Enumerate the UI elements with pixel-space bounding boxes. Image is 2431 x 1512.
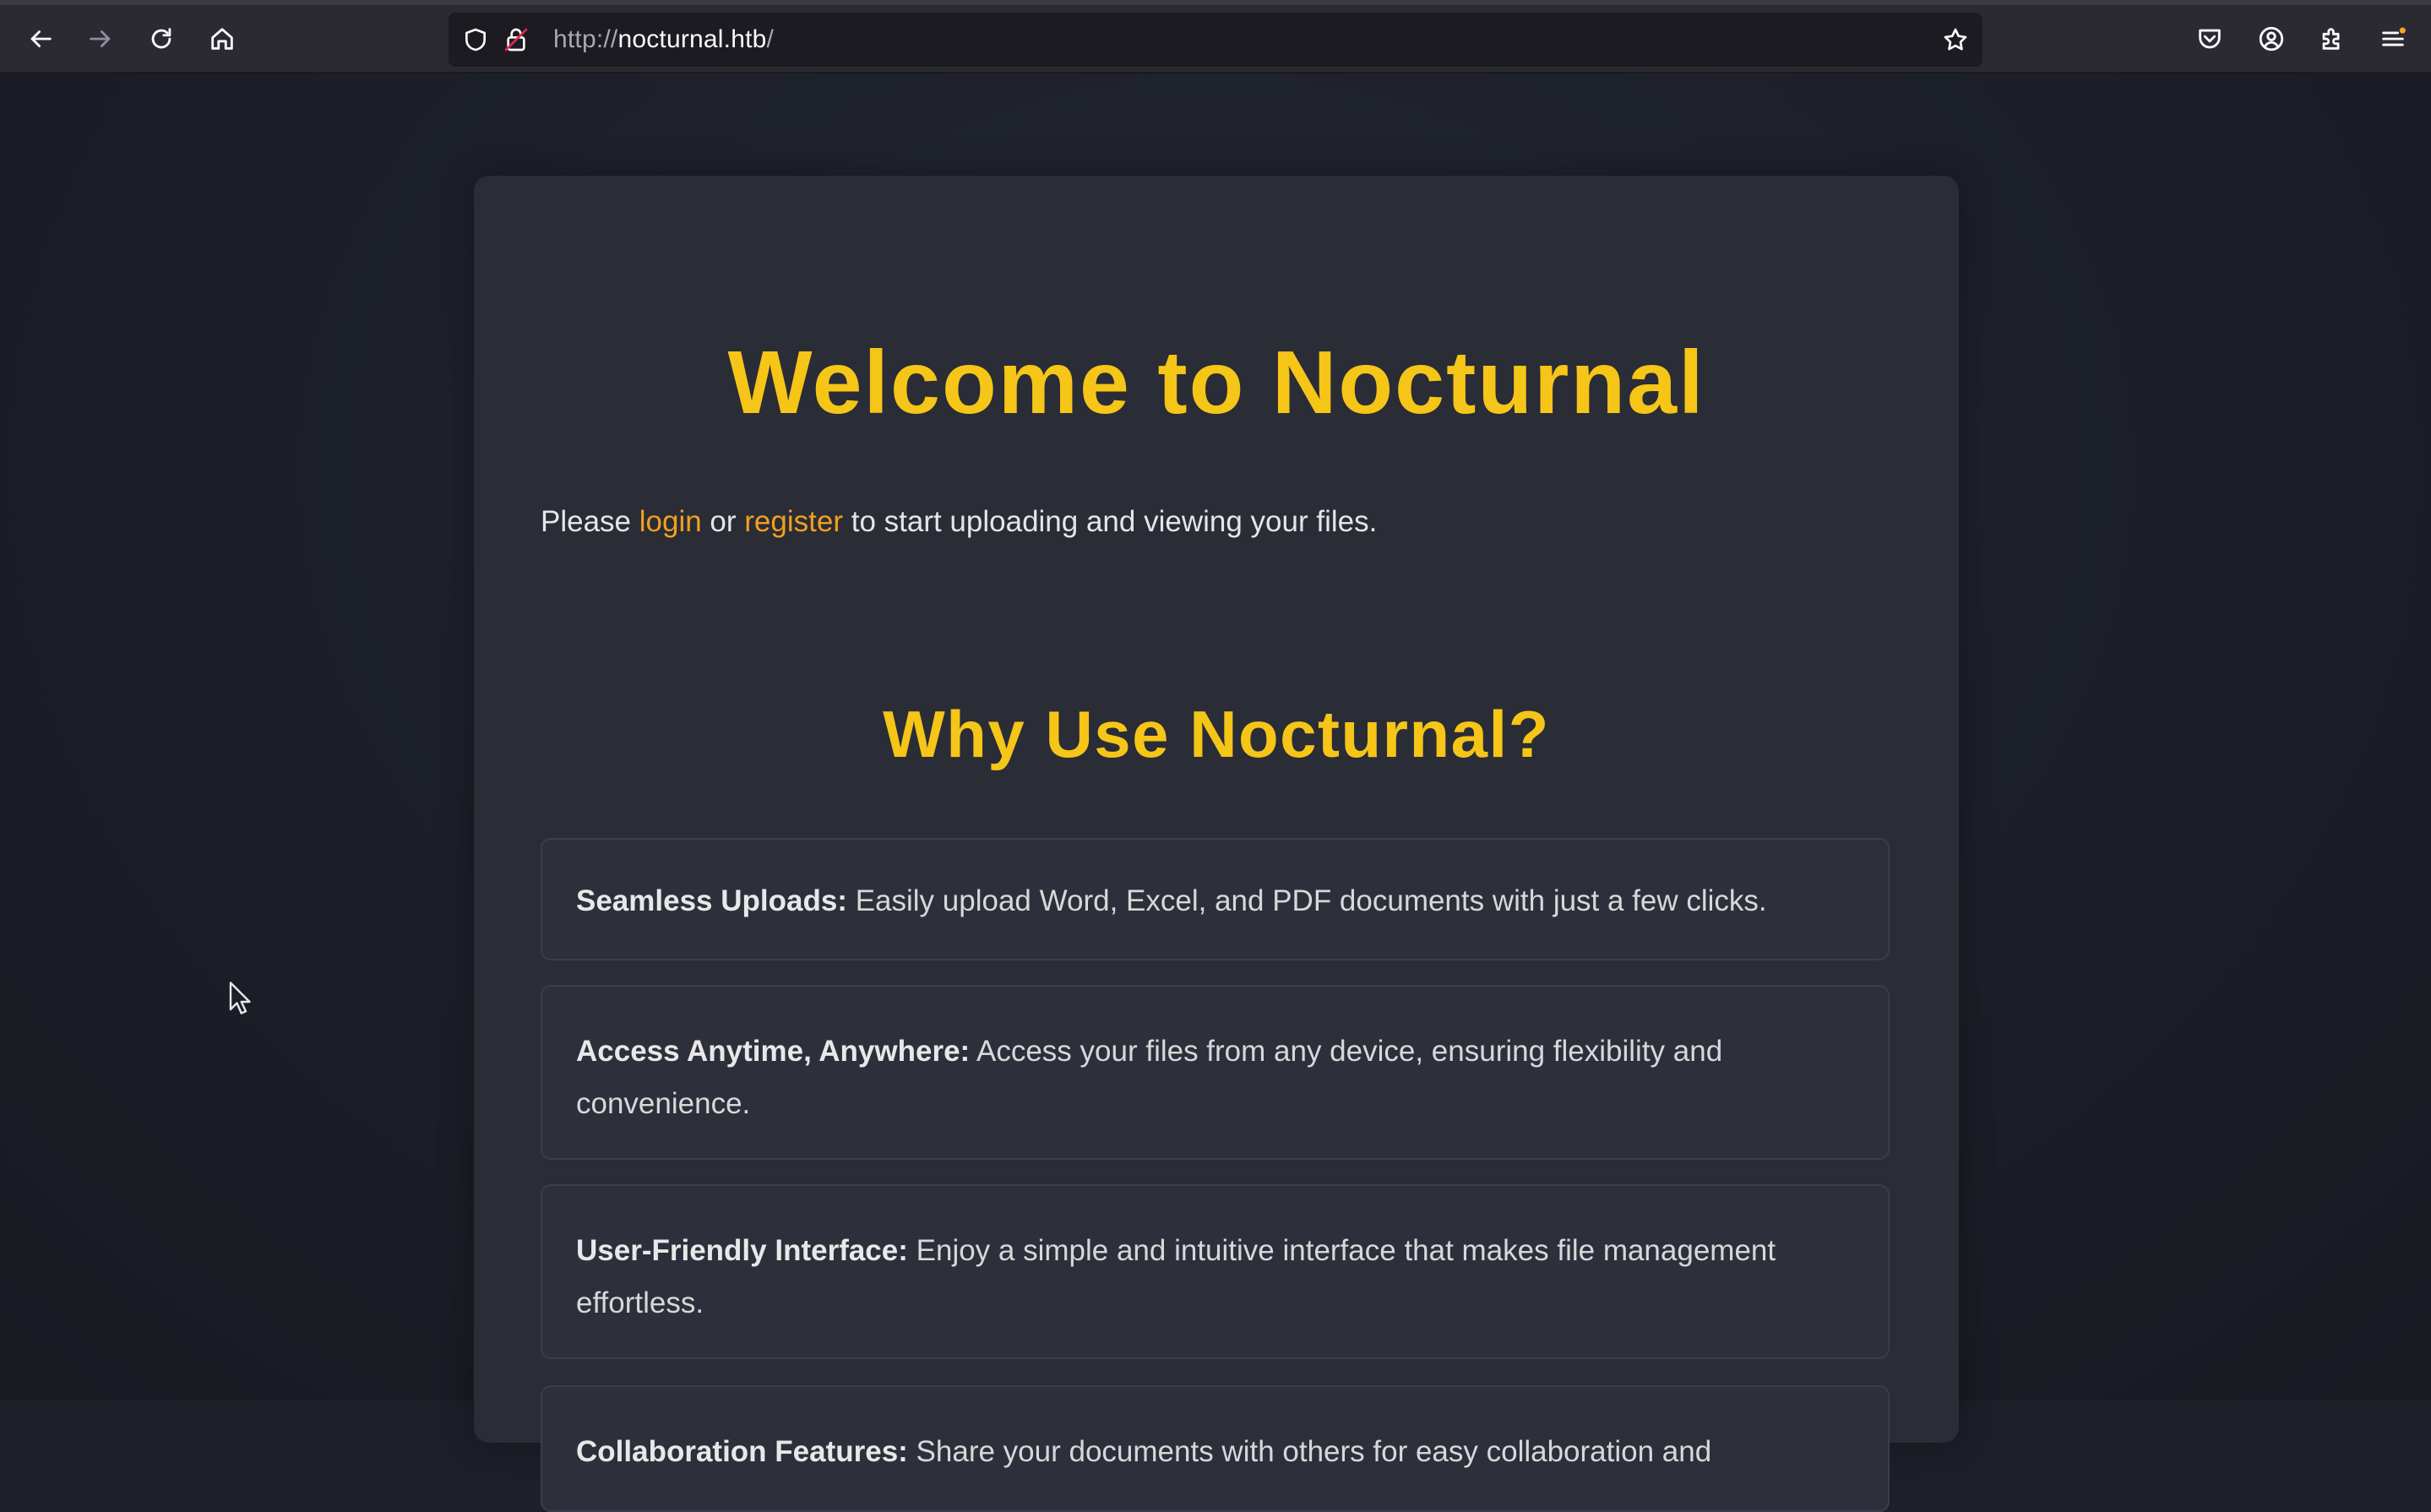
intro-text: Please login or register to start upload… xyxy=(541,505,1377,539)
url-text[interactable]: http://nocturnal.htb/ xyxy=(553,13,774,67)
back-button[interactable] xyxy=(17,15,64,63)
why-heading: Why Use Nocturnal? xyxy=(883,697,1550,771)
page-viewport: Welcome to Nocturnal Please login or reg… xyxy=(0,73,2431,1512)
page-title: Welcome to Nocturnal xyxy=(727,333,1705,432)
menu-button[interactable] xyxy=(2369,15,2417,63)
extensions-button[interactable] xyxy=(2309,15,2356,63)
account-icon xyxy=(2259,26,2284,52)
forward-icon xyxy=(90,30,111,47)
home-button[interactable] xyxy=(199,15,246,63)
url-host: nocturnal.htb xyxy=(617,25,767,53)
url-path: / xyxy=(766,25,775,53)
mouse-cursor-icon xyxy=(229,982,251,1014)
bookmark-star-icon[interactable] xyxy=(1940,24,1971,55)
menu-icon xyxy=(2382,27,2406,46)
register-link[interactable]: register xyxy=(744,505,843,538)
lock-insecure-icon[interactable] xyxy=(501,24,531,55)
browser-toolbar: http://nocturnal.htb/ xyxy=(0,5,2431,73)
feature-title: Access Anytime, Anywhere: xyxy=(576,1035,971,1068)
feature-card-interface: User-Friendly Interface: Enjoy a simple … xyxy=(541,1184,1890,1359)
feature-title: Seamless Uploads: xyxy=(576,884,847,917)
feature-card-collaboration: Collaboration Features: Share your docum… xyxy=(541,1385,1890,1512)
feature-text: Easily upload Word, Excel, and PDF docum… xyxy=(846,884,1767,917)
reload-icon xyxy=(151,28,171,49)
home-icon xyxy=(211,28,233,50)
login-link[interactable]: login xyxy=(639,505,702,538)
feature-card-uploads: Seamless Uploads: Easily upload Word, Ex… xyxy=(541,838,1890,960)
reload-button[interactable] xyxy=(138,15,185,63)
back-icon xyxy=(30,30,52,47)
intro-suffix: to start uploading and viewing your file… xyxy=(843,505,1378,538)
intro-prefix: Please xyxy=(541,505,639,538)
pocket-icon xyxy=(2199,29,2221,49)
address-bar[interactable]: http://nocturnal.htb/ xyxy=(449,13,1982,67)
extensions-icon xyxy=(2322,28,2340,50)
account-button[interactable] xyxy=(2248,15,2295,63)
content-card: Welcome to Nocturnal Please login or reg… xyxy=(474,176,1959,1512)
url-protocol: http:// xyxy=(553,25,618,53)
feature-card-access: Access Anytime, Anywhere: Access your fi… xyxy=(541,985,1890,1160)
shield-icon[interactable] xyxy=(460,24,491,55)
feature-title: User-Friendly Interface: xyxy=(576,1234,908,1267)
pocket-button[interactable] xyxy=(2186,15,2233,63)
intro-or: or xyxy=(701,505,745,538)
forward-button[interactable] xyxy=(77,15,124,63)
feature-title: Collaboration Features: xyxy=(576,1435,908,1468)
feature-text: Share your documents with others for eas… xyxy=(907,1435,1712,1468)
